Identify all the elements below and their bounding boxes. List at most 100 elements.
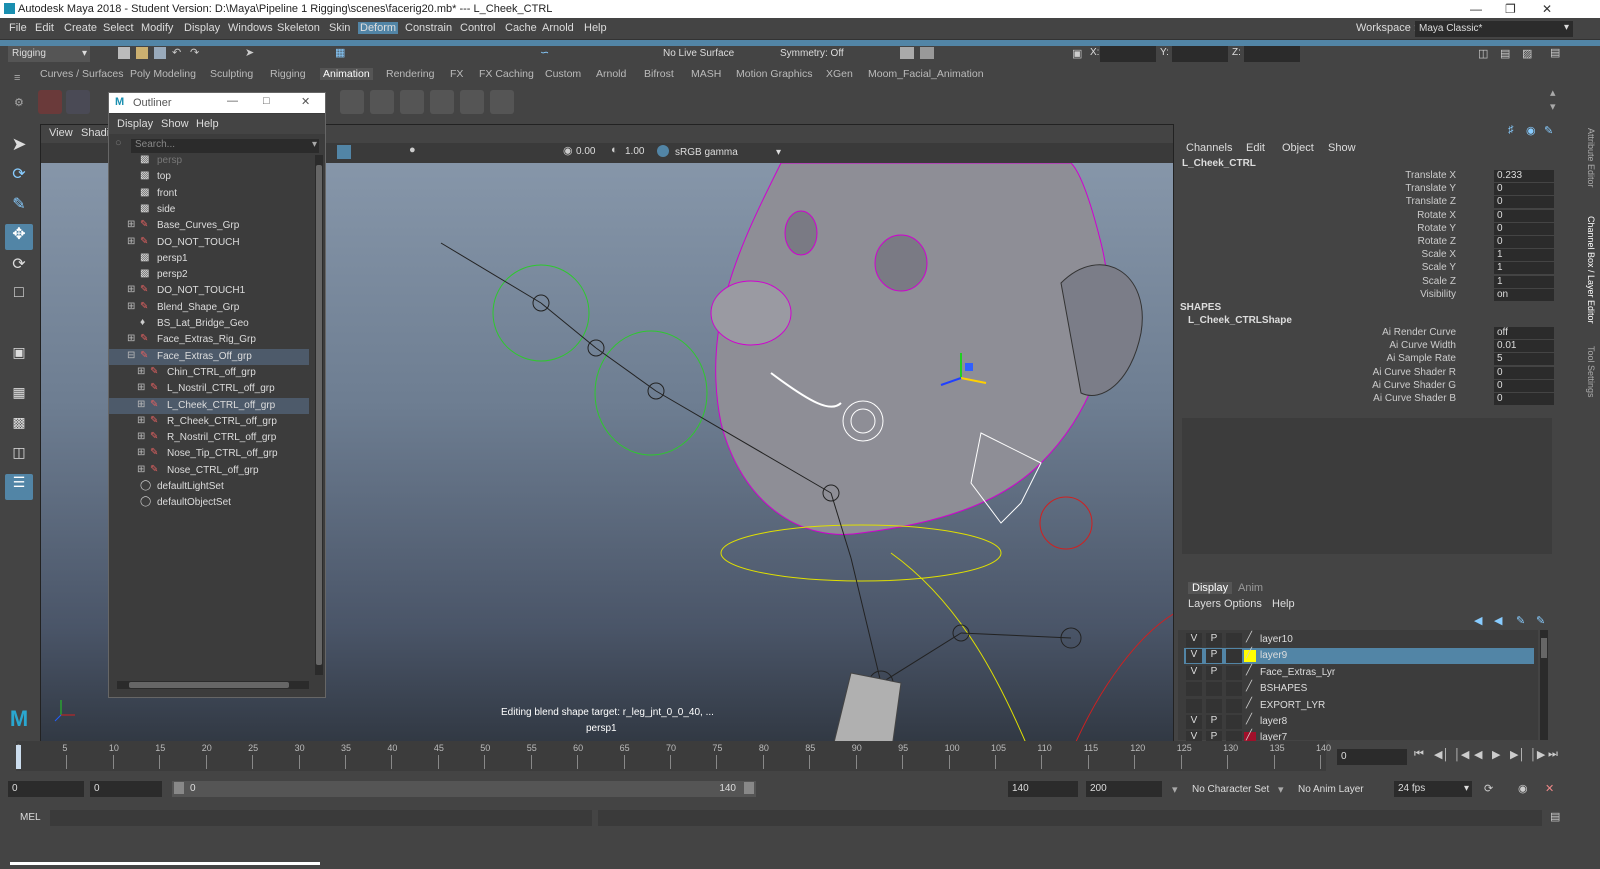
channel-value-field[interactable]: 0 — [1494, 222, 1554, 235]
snap-curve-icon[interactable]: ∽ — [540, 46, 549, 59]
outliner-row[interactable]: ▩ front — [109, 186, 309, 202]
outliner-row[interactable]: ▩ persp1 — [109, 251, 309, 267]
four-view-icon[interactable]: ▦ — [5, 384, 33, 410]
redo-icon[interactable]: ↷ — [190, 46, 199, 59]
display-type-toggle[interactable] — [1226, 715, 1242, 729]
select-tool-icon[interactable]: ➤ — [5, 134, 33, 160]
menu-cache[interactable]: Cache — [505, 22, 537, 34]
gamma-value[interactable]: 1.00 — [625, 146, 644, 157]
outliner-menu-help[interactable]: Help — [196, 118, 219, 130]
channel-name[interactable]: Ai Render Curve — [1256, 327, 1456, 338]
display-type-toggle[interactable] — [1226, 649, 1242, 664]
shelf-tab-rigging[interactable]: Rigging — [270, 68, 306, 80]
scrollbar-thumb[interactable] — [1541, 638, 1547, 658]
outliner-row[interactable]: ▩ side — [109, 202, 309, 218]
auto-key-icon[interactable]: ◉ — [1518, 782, 1528, 795]
outliner-row[interactable]: ⊞ ✎ Blend_Shape_Grp — [109, 300, 309, 316]
menu-help[interactable]: Help — [584, 22, 607, 34]
new-scene-icon[interactable] — [118, 47, 130, 59]
channel-value-field[interactable]: 0 — [1494, 183, 1554, 196]
outliner-hscrollbar[interactable] — [117, 681, 309, 689]
playback-toggle[interactable]: P — [1206, 633, 1222, 647]
outliner-row[interactable]: ⊞ ✎ Nose_Tip_CTRL_off_grp — [109, 446, 309, 462]
menu-select[interactable]: Select — [103, 22, 134, 34]
live-surface-label[interactable]: No Live Surface — [663, 48, 734, 59]
expand-icon[interactable]: ⊞ — [137, 447, 145, 458]
shelf-tab-bifrost[interactable]: Bifrost — [644, 68, 674, 80]
playback-toggle[interactable] — [1206, 682, 1222, 697]
display-type-toggle[interactable] — [1226, 698, 1242, 713]
y-coord-field[interactable] — [1172, 46, 1228, 62]
open-scene-icon[interactable] — [136, 47, 148, 59]
single-view-icon[interactable]: ▣ — [5, 344, 33, 370]
lighting-icon[interactable]: ● — [409, 144, 416, 156]
fps-dropdown[interactable]: 24 fps ▾ — [1394, 781, 1472, 797]
layer-name[interactable]: EXPORT_LYR — [1260, 700, 1325, 711]
edit-menu[interactable]: Edit — [1246, 142, 1265, 154]
lasso-tool-icon[interactable]: ⟳ — [5, 164, 33, 190]
filter-icon[interactable]: ○ — [115, 137, 122, 149]
shelf-tab-custom[interactable]: Custom — [545, 68, 581, 80]
channel-name[interactable]: Translate Z — [1256, 196, 1456, 207]
maximize-icon[interactable]: ❐ — [1505, 2, 1516, 16]
expand-icon[interactable]: ⊞ — [127, 333, 135, 344]
shelf-tab-fx-caching[interactable]: FX Caching — [479, 68, 534, 80]
channel-name[interactable]: Scale X — [1256, 249, 1456, 260]
outliner-row[interactable]: ⊟ ✎ Face_Extras_Off_grp — [109, 348, 309, 365]
go-to-start-icon[interactable]: ⏮ — [1414, 748, 1424, 761]
menu-edit[interactable]: Edit — [35, 22, 54, 34]
color-space-dropdown[interactable]: sRGB gamma ▾ — [671, 145, 783, 161]
playback-toggle[interactable] — [1206, 698, 1222, 713]
channel-value-field[interactable]: 0.01 — [1494, 340, 1554, 353]
menu-windows[interactable]: Windows — [228, 22, 273, 34]
outliner-row[interactable]: ⊞ ✎ DO_NOT_TOUCH — [109, 235, 309, 251]
scrollbar-thumb[interactable] — [316, 165, 322, 665]
outliner-row[interactable]: ♦ BS_Lat_Bridge_Geo — [109, 316, 309, 332]
command-input[interactable] — [50, 810, 592, 826]
expand-icon[interactable]: ⊞ — [137, 464, 145, 475]
new-layer-selected-icon[interactable]: ✎ — [1536, 614, 1545, 627]
aperture-icon[interactable]: ◉ — [563, 144, 573, 157]
minimize-icon[interactable]: — — [1470, 2, 1482, 16]
channel-value-field[interactable]: 0 — [1494, 366, 1554, 379]
mode-dropdown[interactable]: Rigging ▾ — [8, 46, 90, 62]
channel-value-field[interactable]: 1 — [1494, 249, 1554, 262]
anim-start-field[interactable]: 0 — [8, 781, 84, 797]
layer-name[interactable]: layer8 — [1260, 716, 1287, 727]
outliner-row[interactable]: ⊞ ✎ R_Nostril_CTRL_off_grp — [109, 430, 309, 446]
playback-toggle[interactable]: P — [1206, 665, 1222, 680]
menu-skin[interactable]: Skin — [329, 22, 350, 34]
modeling-toolkit-icon[interactable]: ◫ — [1478, 47, 1488, 60]
shelf-tab-mash[interactable]: MASH — [691, 68, 721, 80]
menu-arnold[interactable]: Arnold — [542, 22, 574, 34]
preferences-icon[interactable]: ✕ — [1545, 782, 1554, 795]
side-tab-attribute-editor[interactable]: Attribute Editor — [1584, 128, 1596, 188]
display-type-toggle[interactable] — [1226, 665, 1242, 680]
time-slider[interactable]: 0 5 10 15 20 25 30 35 40 45 50 55 60 65 70 75 80 85 90 95 10… — [0, 741, 1600, 773]
visibility-toggle[interactable] — [1186, 698, 1202, 713]
visibility-toggle[interactable]: V — [1186, 633, 1202, 647]
step-back-frame-icon[interactable]: │◀ — [1454, 748, 1469, 761]
outliner-menu-show[interactable]: Show — [161, 118, 189, 130]
shelf-tab-rendering[interactable]: Rendering — [386, 68, 434, 80]
new-layer-icon[interactable]: ✎ — [1516, 614, 1525, 627]
ik-handle-icon[interactable] — [370, 90, 394, 114]
channel-name[interactable]: Ai Curve Shader G — [1256, 380, 1456, 391]
color-management-icon[interactable] — [657, 145, 669, 157]
z-coord-field[interactable] — [1244, 46, 1300, 62]
layer-scrollbar[interactable] — [1540, 630, 1548, 740]
playback-toggle[interactable]: P — [1206, 715, 1222, 729]
lock-icon[interactable]: ◉ — [1526, 124, 1536, 137]
layout-icon[interactable]: ▩ — [5, 414, 33, 440]
loop-icon[interactable]: ⟳ — [1484, 782, 1493, 795]
channel-name[interactable]: Ai Curve Shader B — [1256, 393, 1456, 404]
outliner-row[interactable]: ⊞ ✎ Base_Curves_Grp — [109, 218, 309, 234]
playback-toggle[interactable]: P — [1206, 649, 1222, 664]
channel-value-field[interactable]: 0 — [1494, 379, 1554, 392]
step-forward-key-icon[interactable]: │▶ — [1530, 748, 1545, 761]
tab-anim[interactable]: Anim — [1238, 582, 1263, 594]
expand-icon[interactable]: ⊞ — [137, 431, 145, 442]
channel-name[interactable]: Rotate Y — [1256, 223, 1456, 234]
channel-box-toggle-icon[interactable]: ▤ — [1550, 46, 1560, 59]
expand-icon[interactable]: ⊞ — [127, 284, 135, 295]
